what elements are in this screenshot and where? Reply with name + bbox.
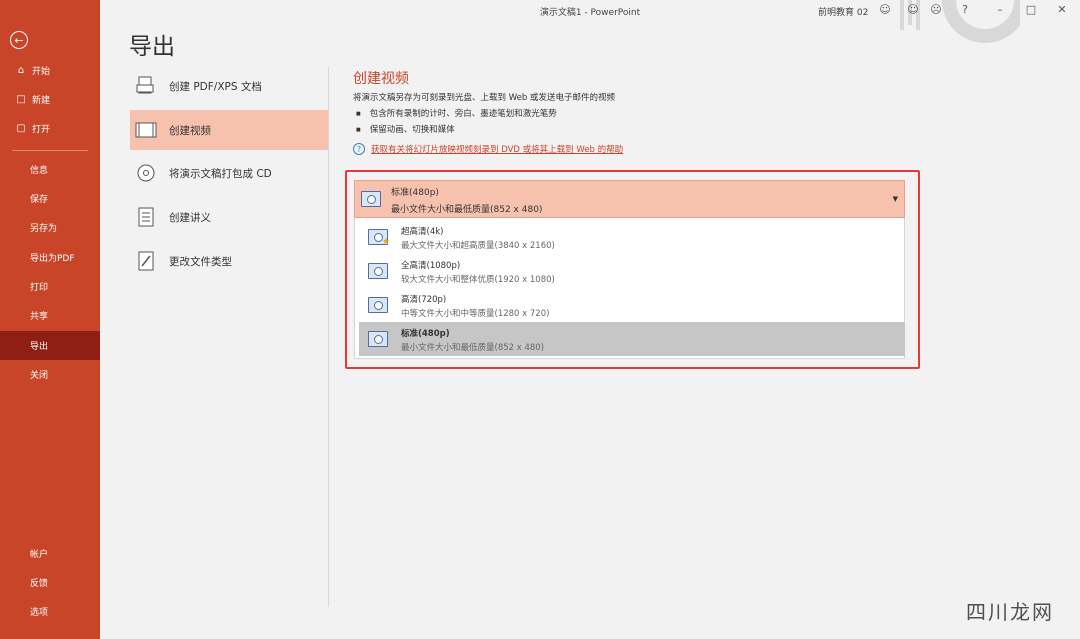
sidebar-divider bbox=[12, 150, 88, 151]
sidebar-item-feedback[interactable]: 反馈 bbox=[0, 568, 100, 597]
quality-option-1080p[interactable]: 全高清(1080p) 较大文件大小和整体优质(1920 x 1080) bbox=[359, 254, 905, 288]
video-480p-icon bbox=[361, 191, 381, 207]
export-option-video[interactable]: 创建视频 bbox=[130, 110, 328, 150]
sidebar-item-label: 另存为 bbox=[30, 224, 58, 234]
sidebar-item-export[interactable]: 导出 bbox=[0, 331, 100, 360]
video-4k-icon: ★ bbox=[368, 229, 391, 247]
quality-option-desc: 较大文件大小和整体优质(1920 x 1080) bbox=[401, 275, 555, 285]
quality-option-name: 超高清(4k) bbox=[401, 227, 444, 237]
sidebar-item-label: 打开 bbox=[32, 125, 51, 135]
dropdown-selected-desc: 最小文件大小和最低质量(852 x 480) bbox=[391, 205, 543, 215]
new-file-icon: □ bbox=[16, 94, 26, 105]
help-question-icon: ? bbox=[353, 143, 365, 155]
help-icon[interactable]: ? bbox=[958, 3, 972, 17]
user-name[interactable]: 前明教育 02 bbox=[818, 5, 868, 18]
handout-icon bbox=[135, 206, 157, 228]
quality-option-4k[interactable]: ★ 超高清(4k) 最大文件大小和超高质量(3840 x 2160) bbox=[359, 220, 905, 254]
sidebar-item-label: 反馈 bbox=[30, 579, 49, 589]
sidebar-item-label: 打印 bbox=[30, 283, 49, 293]
backstage-sidebar: ← ⌂ 开始 □ 新建 ▢ 打开 信息 保存 另存为 导出为PDF 打印 共享 … bbox=[0, 0, 100, 639]
back-arrow-icon[interactable]: ← bbox=[10, 31, 28, 49]
export-option-label: 将演示文稿打包成 CD bbox=[169, 167, 272, 180]
sidebar-item-export-pdf[interactable]: 导出为PDF bbox=[0, 243, 100, 272]
video-480p-icon bbox=[368, 331, 388, 347]
close-icon[interactable]: ✕ bbox=[1055, 3, 1069, 17]
sidebar-item-label: 导出为PDF bbox=[30, 254, 75, 264]
column-divider bbox=[328, 67, 329, 607]
maximize-icon[interactable]: □ bbox=[1024, 3, 1038, 17]
sidebar-item-save[interactable]: 保存 bbox=[0, 184, 100, 213]
feature-bullet: 包含所有录制的计时、旁白、墨迹笔划和激光笔势 bbox=[356, 107, 557, 119]
export-option-label: 创建视频 bbox=[169, 124, 211, 137]
home-icon: ⌂ bbox=[17, 65, 25, 76]
export-option-cd[interactable]: 将演示文稿打包成 CD bbox=[130, 153, 328, 193]
sidebar-item-label: 新建 bbox=[32, 96, 51, 106]
quality-option-name: 全高清(1080p) bbox=[401, 261, 461, 271]
sidebar-item-share[interactable]: 共享 bbox=[0, 301, 100, 330]
sidebar-item-print[interactable]: 打印 bbox=[0, 272, 100, 301]
chevron-down-icon[interactable]: ▼ bbox=[893, 195, 898, 203]
sidebar-item-label: 关闭 bbox=[30, 371, 49, 381]
sidebar-item-label: 共享 bbox=[30, 312, 49, 322]
quality-option-480p[interactable]: 标准(480p) 最小文件大小和最低质量(852 x 480) bbox=[359, 322, 905, 356]
page-title: 导出 bbox=[129, 34, 175, 60]
help-link[interactable]: ? 获取有关将幻灯片放映视频刻录到 DVD 或将其上载到 Web 的帮助 bbox=[353, 143, 623, 155]
user-avatar-icon[interactable]: ☺ bbox=[878, 3, 892, 17]
pane-description: 将演示文稿另存为可刻录到光盘、上载到 Web 或发送电子邮件的视频 bbox=[353, 93, 615, 103]
export-option-change-type[interactable]: 更改文件类型 bbox=[130, 241, 328, 281]
quality-option-desc: 最大文件大小和超高质量(3840 x 2160) bbox=[401, 241, 555, 251]
sidebar-item-label: 帐户 bbox=[30, 550, 49, 560]
export-option-handout[interactable]: 创建讲义 bbox=[130, 197, 328, 237]
export-option-pdf[interactable]: 创建 PDF/XPS 文档 bbox=[130, 66, 328, 106]
export-option-label: 更改文件类型 bbox=[169, 255, 232, 268]
star-icon: ★ bbox=[382, 237, 391, 247]
feature-bullet: 保留动画、切换和媒体 bbox=[356, 123, 455, 135]
sidebar-item-label: 保存 bbox=[30, 195, 49, 205]
sidebar-item-label: 导出 bbox=[30, 342, 49, 352]
sidebar-item-info[interactable]: 信息 bbox=[0, 155, 100, 184]
dropdown-selected-name: 标准(480p) bbox=[391, 188, 439, 198]
video-720p-icon bbox=[368, 297, 388, 313]
video-quality-dropdown[interactable]: 标准(480p) 最小文件大小和最低质量(852 x 480) ▼ bbox=[354, 180, 905, 218]
pdf-doc-icon bbox=[135, 75, 157, 97]
help-link-text[interactable]: 获取有关将幻灯片放映视频刻录到 DVD 或将其上载到 Web 的帮助 bbox=[371, 143, 623, 155]
export-option-label: 创建 PDF/XPS 文档 bbox=[169, 80, 262, 93]
sidebar-item-save-as[interactable]: 另存为 bbox=[0, 213, 100, 242]
video-1080p-icon bbox=[368, 263, 388, 279]
folder-open-icon: ▢ bbox=[16, 123, 26, 134]
site-watermark: 四川龙网 bbox=[966, 600, 1054, 624]
sidebar-item-label: 开始 bbox=[32, 67, 51, 77]
sidebar-item-open[interactable]: ▢ 打开 bbox=[0, 114, 100, 143]
sidebar-item-label: 选项 bbox=[30, 608, 49, 618]
video-icon bbox=[135, 119, 157, 141]
quality-option-720p[interactable]: 高清(720p) 中等文件大小和中等质量(1280 x 720) bbox=[359, 288, 905, 322]
sidebar-item-close[interactable]: 关闭 bbox=[0, 360, 100, 389]
pane-title: 创建视频 bbox=[353, 71, 409, 87]
sidebar-item-account[interactable]: 帐户 bbox=[0, 539, 100, 568]
quality-option-desc: 最小文件大小和最低质量(852 x 480) bbox=[401, 343, 545, 353]
quality-option-name: 标准(480p) bbox=[401, 329, 450, 339]
smiley-feedback-icon[interactable]: ☺ bbox=[906, 3, 920, 17]
change-filetype-icon bbox=[135, 250, 157, 272]
sidebar-item-new[interactable]: □ 新建 bbox=[0, 85, 100, 114]
sidebar-item-options[interactable]: 选项 bbox=[0, 597, 100, 626]
sidebar-item-home[interactable]: ⌂ 开始 bbox=[0, 56, 100, 85]
minimize-icon[interactable]: – bbox=[993, 3, 1007, 17]
export-option-label: 创建讲义 bbox=[169, 211, 211, 224]
cd-package-icon bbox=[135, 162, 157, 184]
frown-feedback-icon[interactable]: ☹ bbox=[929, 3, 943, 17]
video-quality-list: ★ 超高清(4k) 最大文件大小和超高质量(3840 x 2160) 全高清(1… bbox=[354, 218, 905, 359]
quality-option-desc: 中等文件大小和中等质量(1280 x 720) bbox=[401, 309, 550, 319]
quality-option-name: 高清(720p) bbox=[401, 295, 447, 305]
sidebar-item-label: 信息 bbox=[30, 166, 49, 176]
